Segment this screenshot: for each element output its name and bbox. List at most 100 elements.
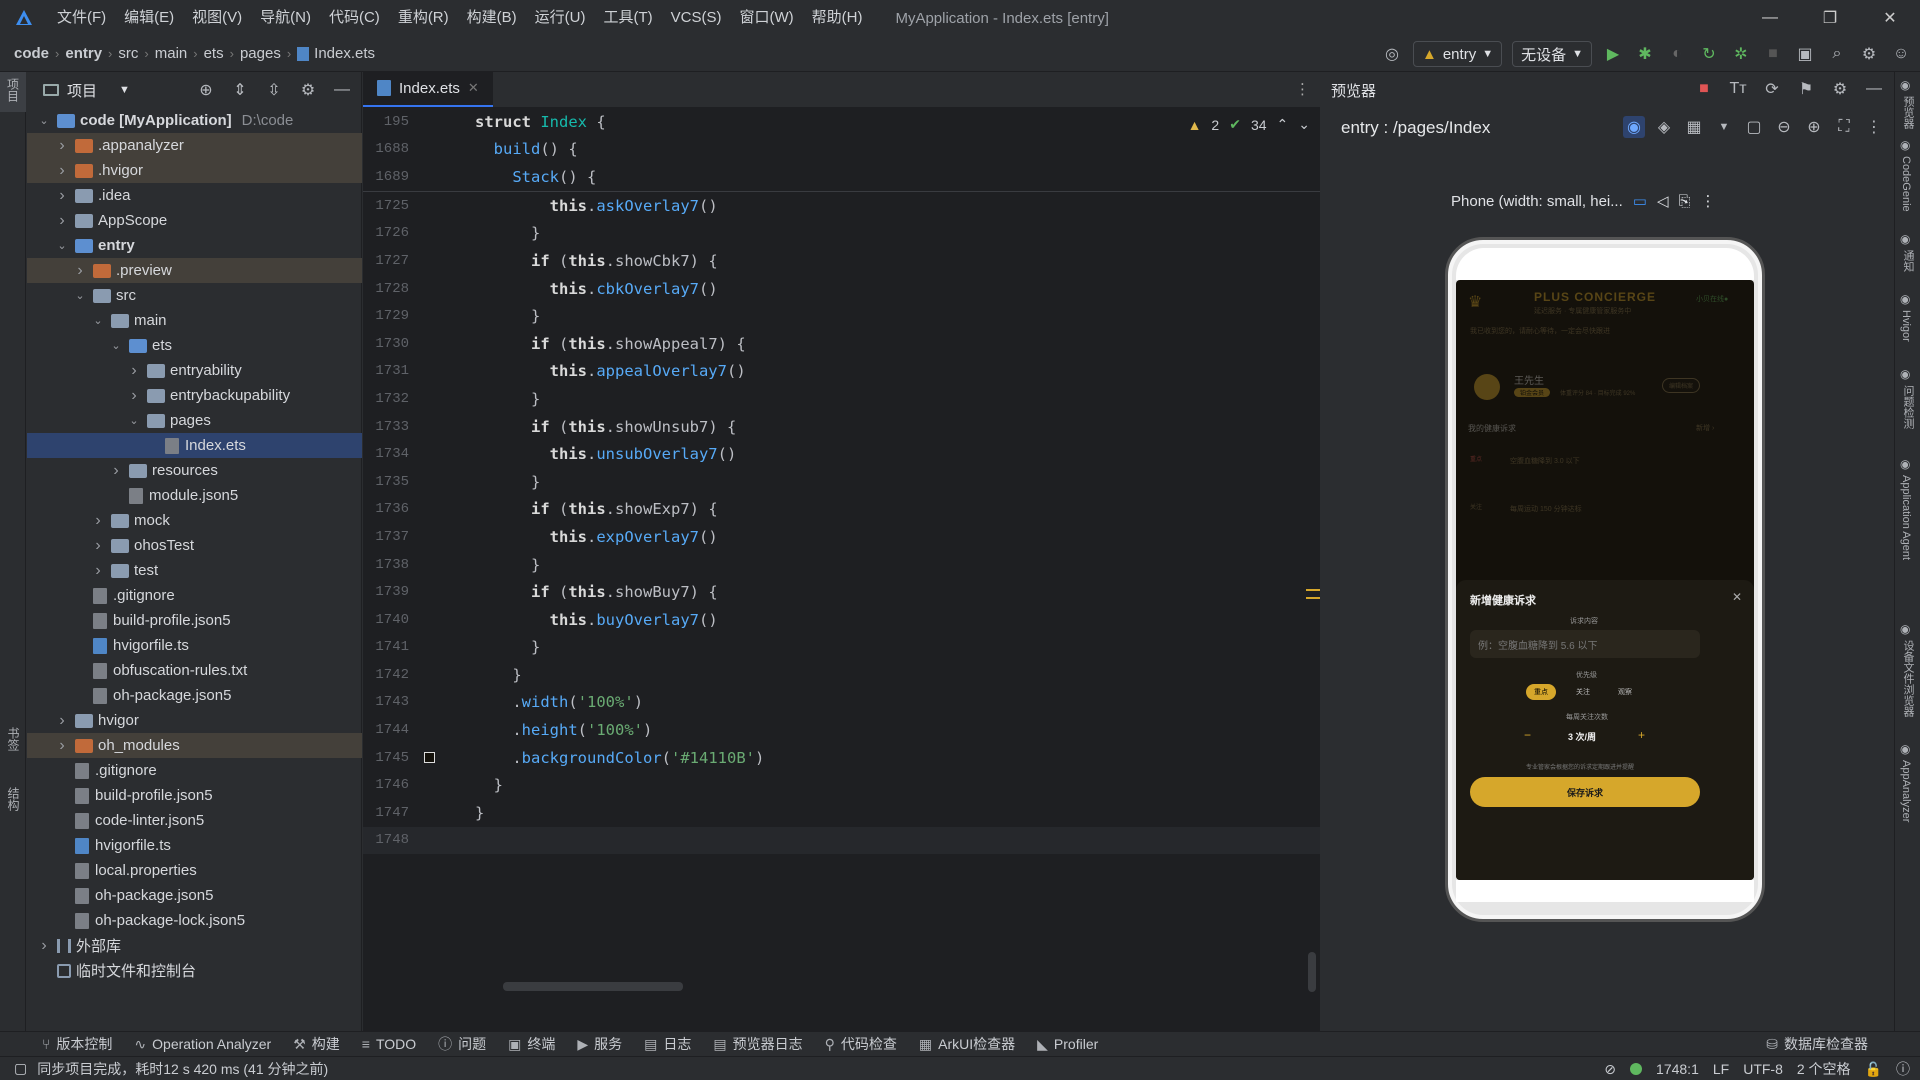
goal-input[interactable]: 例：空腹血糖降到 5.6 以下: [1470, 630, 1700, 658]
tool-window-button[interactable]: ⚲ 代码检查: [825, 1034, 897, 1054]
breadcrumb-item[interactable]: main: [155, 45, 188, 62]
breadcrumb-item[interactable]: ets: [204, 45, 224, 62]
grid-icon[interactable]: ▦: [1683, 116, 1705, 138]
code-line[interactable]: 1742 }: [363, 661, 1320, 689]
color-preview-icon[interactable]: [424, 752, 435, 764]
tree-item[interactable]: build-profile.json5: [27, 783, 362, 808]
menu-item[interactable]: 运行(U): [526, 0, 595, 36]
settings-icon[interactable]: ⚙: [1858, 43, 1880, 65]
add-link[interactable]: 新增 ›: [1696, 423, 1714, 433]
chevron-down-icon[interactable]: ⌄: [127, 414, 141, 427]
breadcrumb-item[interactable]: Index.ets: [314, 45, 375, 62]
status-message[interactable]: 同步项目完成，耗时12 s 420 ms (41 分钟之前): [37, 1059, 328, 1079]
close-tab-icon[interactable]: ✕: [468, 80, 479, 96]
chevron-down-icon[interactable]: ⌄: [55, 239, 69, 252]
tree-item[interactable]: › .appanalyzer: [27, 133, 362, 158]
code-line[interactable]: 1729 }: [363, 302, 1320, 330]
tree-item[interactable]: › ohosTest: [27, 533, 362, 558]
tool-window-button[interactable]: ▣ 终端: [508, 1034, 555, 1054]
tool-window-button[interactable]: ≡ TODO: [362, 1036, 416, 1052]
hide-icon[interactable]: —: [331, 79, 353, 101]
minimize-icon[interactable]: —: [1740, 0, 1800, 36]
code-line[interactable]: 1725 this.askOverlay7(): [363, 192, 1320, 220]
tree-item[interactable]: code-linter.json5: [27, 808, 362, 833]
tree-item[interactable]: › .preview: [27, 258, 362, 283]
save-goal-button[interactable]: 保存诉求: [1470, 777, 1700, 807]
tree-item[interactable]: .gitignore: [27, 583, 362, 608]
more-icon[interactable]: ⋮: [1295, 80, 1310, 98]
code-line[interactable]: 1741 }: [363, 634, 1320, 662]
code-line[interactable]: 1746 }: [363, 771, 1320, 799]
code-line[interactable]: 1743 .width('100%'): [363, 689, 1320, 717]
tree-item[interactable]: 临时文件和控制台: [27, 958, 362, 983]
priority-option[interactable]: 关注: [1568, 684, 1598, 700]
profile-icon[interactable]: ◐: [1666, 43, 1688, 65]
tool-window-button[interactable]: ◣ Profiler: [1037, 1036, 1098, 1053]
menu-item[interactable]: 视图(V): [183, 0, 251, 36]
target-icon[interactable]: ◎: [1381, 43, 1403, 65]
locate-icon[interactable]: ⊕: [195, 79, 217, 101]
code-line[interactable]: 1745 .backgroundColor('#14110B'): [363, 744, 1320, 772]
code-line[interactable]: 1727 if (this.showCbk7) {: [363, 247, 1320, 275]
stop-icon[interactable]: ■: [1762, 43, 1784, 65]
run-icon[interactable]: ▶: [1602, 43, 1624, 65]
menu-item[interactable]: 文件(F): [48, 0, 115, 36]
chevron-down-icon[interactable]: ▼: [119, 84, 130, 96]
code-lines[interactable]: 1725 this.askOverlay7() 1726 } 1727 if (th…: [363, 108, 1320, 855]
chevron-right-icon[interactable]: ›: [91, 537, 105, 555]
tree-item[interactable]: ⌄ code [MyApplication] D:\code: [27, 108, 362, 133]
tree-item[interactable]: › oh_modules: [27, 733, 362, 758]
collapse-all-icon[interactable]: ⇳: [263, 79, 285, 101]
goal-item[interactable]: 每周运动 150 分钟达标: [1510, 504, 1582, 514]
tree-item[interactable]: ⌄ ets: [27, 333, 362, 358]
notification-icon[interactable]: ⓘ: [1896, 1059, 1910, 1079]
priority-option[interactable]: 重点: [1526, 684, 1556, 700]
tree-item[interactable]: module.json5: [27, 483, 362, 508]
tool-window-button[interactable]: ⓘ 问题: [438, 1034, 486, 1054]
tree-item[interactable]: › 外部库: [27, 933, 362, 958]
layers-icon[interactable]: ◈: [1653, 116, 1675, 138]
refresh-icon[interactable]: ⟳: [1761, 78, 1783, 100]
hide-icon[interactable]: —: [1863, 78, 1885, 100]
editor-tab[interactable]: Index.ets ✕: [363, 71, 493, 107]
tree-item[interactable]: ⌄ entry: [27, 233, 362, 258]
tree-item[interactable]: hvigorfile.ts: [27, 633, 362, 658]
gear-icon[interactable]: ⚙: [297, 79, 319, 101]
tree-item[interactable]: › entrybackupability: [27, 383, 362, 408]
chevron-down-icon[interactable]: ⌄: [73, 289, 87, 302]
lock-icon[interactable]: 🔓: [1865, 1061, 1882, 1078]
code-line[interactable]: 1734 this.unsubOverlay7(): [363, 440, 1320, 468]
code-line[interactable]: 1732 }: [363, 385, 1320, 413]
chevron-right-icon[interactable]: ›: [55, 212, 69, 230]
code-line[interactable]: 1737 this.expOverlay7(): [363, 523, 1320, 551]
project-tool-button[interactable]: 项目: [0, 72, 26, 112]
plus-button[interactable]: +: [1638, 728, 1645, 742]
chevron-down-icon[interactable]: ⌄: [109, 339, 123, 352]
tree-item[interactable]: obfuscation-rules.txt: [27, 658, 362, 683]
right-tool-button[interactable]: ◉ 通知: [1900, 232, 1920, 276]
breadcrumb-item[interactable]: code: [14, 45, 49, 62]
priority-option[interactable]: 观察: [1610, 684, 1640, 700]
inspection-widget[interactable]: ▲ 2 ✔ 34 ⌃ ⌄: [1188, 116, 1310, 133]
back-icon[interactable]: ◁: [1657, 192, 1669, 210]
code-line[interactable]: 1733 if (this.showUnsub7) {: [363, 413, 1320, 441]
tree-item[interactable]: .gitignore: [27, 758, 362, 783]
tree-item[interactable]: oh-package.json5: [27, 683, 362, 708]
line-separator[interactable]: LF: [1713, 1061, 1729, 1077]
sticky-line[interactable]: 1689 Stack() {: [363, 163, 1320, 191]
tree-item[interactable]: ⌄ src: [27, 283, 362, 308]
stop-preview-icon[interactable]: ■: [1693, 78, 1715, 100]
chevron-right-icon[interactable]: ›: [37, 937, 51, 955]
menu-item[interactable]: VCS(S): [662, 0, 731, 36]
code-line[interactable]: 1731 this.appealOverlay7(): [363, 358, 1320, 386]
gear-icon[interactable]: ⚙: [1829, 78, 1851, 100]
chevron-right-icon[interactable]: ›: [127, 387, 141, 405]
chevron-right-icon[interactable]: ›: [55, 737, 69, 755]
menu-item[interactable]: 窗口(W): [730, 0, 802, 36]
indent-setting[interactable]: 2 个空格: [1797, 1059, 1851, 1079]
zoom-out-icon[interactable]: ⊖: [1773, 116, 1795, 138]
close-icon[interactable]: ✕: [1732, 590, 1742, 604]
tree-item[interactable]: › hvigor: [27, 708, 362, 733]
chevron-up-icon[interactable]: ⌃: [1277, 116, 1289, 133]
tree-item[interactable]: › entryability: [27, 358, 362, 383]
